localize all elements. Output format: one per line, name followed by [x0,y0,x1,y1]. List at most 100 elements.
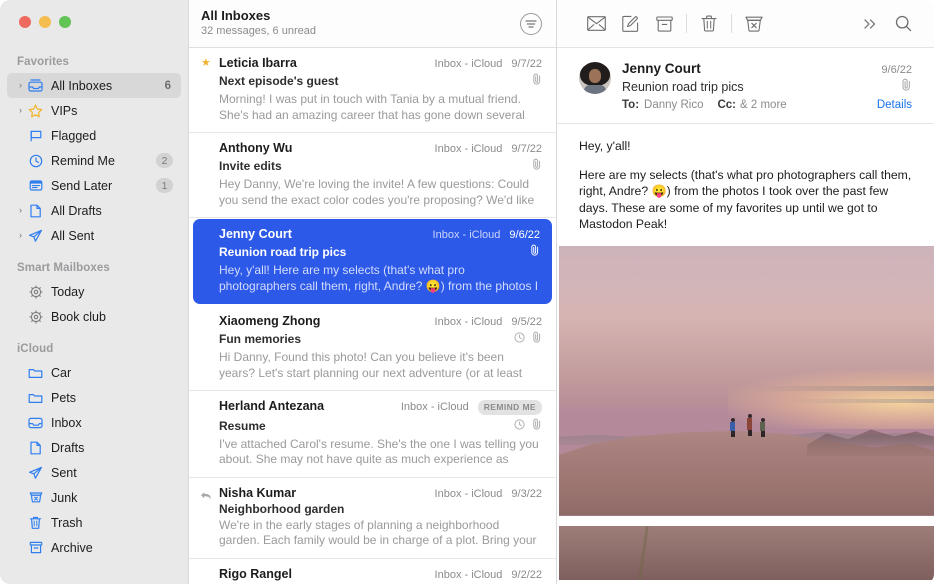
flag-star-icon: ★ [201,57,211,69]
sidebar-item-label: Book club [51,309,106,324]
send-later-count: 1 [156,178,173,193]
sidebar-item-label: Send Later [51,178,113,193]
envelope-icon[interactable] [579,9,613,39]
table-row[interactable]: Herland Antezana Inbox - iCloud REMIND M… [189,391,556,478]
message-sender: Leticia Ibarra [219,56,297,70]
hiker-figure [747,413,752,436]
unread-count: 6 [164,79,171,92]
chevron-right-icon[interactable]: › [15,231,26,240]
sidebar-item-send-later[interactable]: Send Later 1 [7,173,181,198]
sidebar-item-all-inboxes[interactable]: › All Inboxes 6 [7,73,181,98]
sidebar-item-label: VIPs [51,103,78,118]
sidebar-scroll[interactable]: Favorites › All Inboxes 6 › VIPs Flagged… [0,40,188,560]
message-preview: Hey Danny, We're loving the invite! A fe… [219,177,535,207]
cc-recipients[interactable]: & 2 more [740,99,787,111]
sky-streak [784,399,934,404]
message-date: 9/6/22 [881,64,912,76]
attachment-icon [532,330,542,348]
trash-icon[interactable] [692,9,726,39]
document-icon [26,441,45,455]
message-mailbox: Inbox - iCloud [434,316,503,328]
message-mailbox: Inbox - iCloud [434,143,503,155]
sidebar-item-label: Inbox [51,415,82,430]
sidebar-item-vips[interactable]: › VIPs [7,98,181,123]
body-paragraph: Hey, y'all! [579,139,631,153]
table-row[interactable]: Xiaomeng Zhong Inbox - iCloud 9/5/22 Fun… [189,306,556,391]
to-recipient[interactable]: Danny Rico [644,99,703,111]
archive-icon[interactable] [647,9,681,39]
sidebar-item-car[interactable]: Car [7,360,181,385]
sidebar-item-all-sent[interactable]: › All Sent [7,223,181,248]
sidebar-item-label: Drafts [51,440,85,455]
sidebar-item-trash[interactable]: Trash [7,510,181,535]
avatar-body [584,85,606,94]
message-attachments [557,245,934,580]
compose-icon[interactable] [613,9,647,39]
mailbox-title: All Inboxes [201,8,271,23]
table-row[interactable]: Anthony Wu Inbox - iCloud 9/7/22 Invite … [189,133,556,218]
message-preview: I've attached Carol's resume. She's the … [219,436,539,467]
minimize-button[interactable] [39,16,51,28]
sidebar-section-icloud: iCloud [17,343,54,355]
table-row[interactable]: Rigo Rangel Inbox - iCloud 9/2/22 Park P… [189,559,556,584]
sidebar-item-book-club[interactable]: Book club [7,304,181,329]
sidebar-item-label: Trash [51,515,83,530]
sidebar-item-label: Remind Me [51,153,115,168]
sidebar: Favorites › All Inboxes 6 › VIPs Flagged… [0,0,188,584]
sidebar-item-all-drafts[interactable]: › All Drafts [7,198,181,223]
message-preview: Hi Danny, Found this photo! Can you beli… [219,350,523,380]
gear-icon [26,309,45,324]
to-label: To: [622,99,640,111]
table-row[interactable]: Nisha Kumar Inbox - iCloud 9/3/22 Neighb… [189,478,556,559]
document-icon [26,204,45,218]
sidebar-item-pets[interactable]: Pets [7,385,181,410]
message-subject: Neighborhood garden [219,501,345,516]
message-subject: Next episode's guest [219,74,339,88]
message-list-pane: All Inboxes 32 messages, 6 unread ★ Leti… [188,0,556,584]
filter-icon[interactable] [520,12,542,35]
paper-plane-icon [26,229,45,243]
mail-window: Favorites › All Inboxes 6 › VIPs Flagged… [0,0,934,584]
photo-rock-surface[interactable] [559,525,934,580]
sidebar-item-label: Sent [51,465,77,480]
sidebar-item-drafts[interactable]: Drafts [7,435,181,460]
search-icon[interactable] [886,9,920,39]
zoom-button[interactable] [59,16,71,28]
attachment-icon [532,157,542,175]
table-row[interactable]: ★ Leticia Ibarra Inbox - iCloud 9/7/22 N… [189,48,556,133]
hiker-figure [760,418,766,438]
sidebar-item-label: All Inboxes [51,78,113,93]
table-row-selected[interactable]: Jenny Court Inbox - iCloud 9/6/22 Reunio… [193,219,552,304]
sidebar-item-remind-me[interactable]: Remind Me 2 [7,148,181,173]
folder-icon [26,391,45,404]
toolbar-divider [686,14,687,33]
flag-icon [26,129,45,143]
message-subject: Reunion road trip pics [219,245,347,259]
message-sender: Anthony Wu [219,141,293,155]
chevron-right-icon[interactable]: › [15,81,26,90]
chevron-right-icon[interactable]: › [15,206,26,215]
message-rows[interactable]: ★ Leticia Ibarra Inbox - iCloud 9/7/22 N… [189,48,556,584]
details-link[interactable]: Details [877,99,912,111]
sidebar-item-junk[interactable]: Junk [7,485,181,510]
avatar-face [589,69,601,83]
sidebar-item-today[interactable]: Today [7,279,181,304]
message-subject: Fun memories [219,332,302,346]
sidebar-item-flagged[interactable]: Flagged [7,123,181,148]
sidebar-item-sent[interactable]: Sent [7,460,181,485]
remind-me-count: 2 [156,153,173,168]
send-later-icon [26,179,45,192]
attachment-icon [901,78,912,96]
chevron-double-right-icon[interactable] [852,9,886,39]
sidebar-item-inbox[interactable]: Inbox [7,410,181,435]
photo-desert-sunset-hikers[interactable] [559,245,934,516]
close-button[interactable] [19,16,31,28]
message-sender: Herland Antezana [219,399,325,413]
chevron-right-icon[interactable]: › [15,106,26,115]
sidebar-item-archive[interactable]: Archive [7,535,181,560]
sidebar-section-smart-mailboxes: Smart Mailboxes [17,262,110,274]
junk-icon[interactable] [737,9,771,39]
message-mailbox: Inbox - iCloud [432,229,501,241]
clock-icon [514,417,525,435]
inbox-icon [26,417,45,429]
